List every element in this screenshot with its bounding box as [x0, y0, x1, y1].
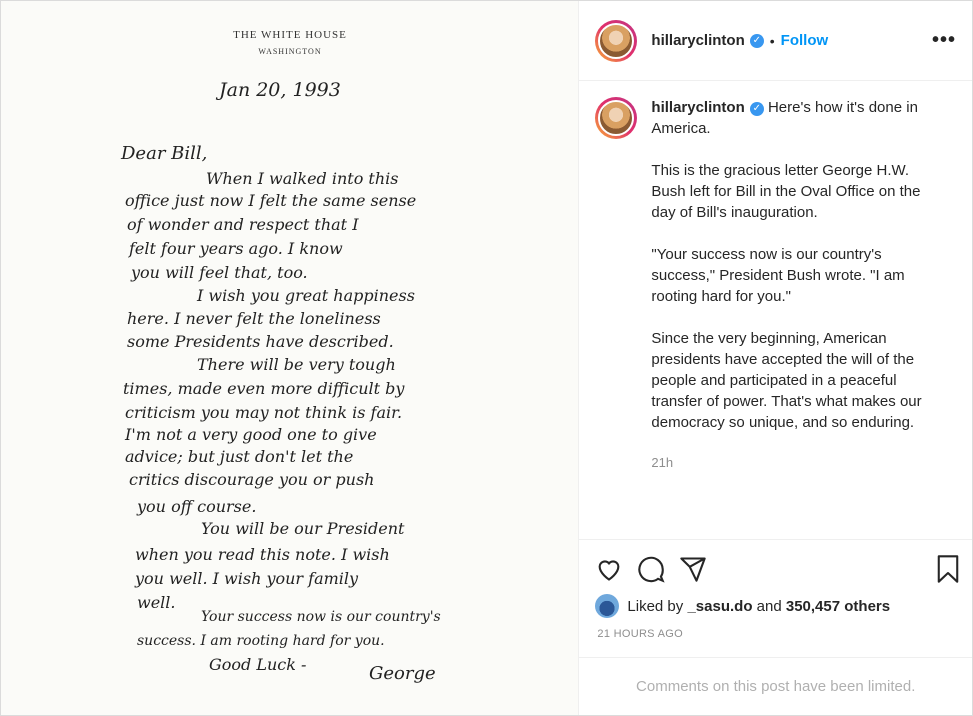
comments-limited-notice: Comments on this post have been limited. [579, 657, 972, 716]
letter-line: There will be very tough [197, 355, 396, 374]
caption-paragraph: "Your success now is our country's succe… [651, 246, 905, 305]
more-options-button[interactable]: ••• [932, 29, 956, 52]
letter-line: Dear Bill, [121, 143, 208, 164]
letter-signature: George [369, 663, 436, 684]
letter-line: criticism you may not think is fair. [125, 403, 403, 422]
instagram-post: THE WHITE HOUSE WASHINGTON Jan 20, 1993 … [0, 0, 973, 716]
letter-line: of wonder and respect that I [127, 215, 359, 234]
letter-line: well. [137, 593, 176, 612]
letter-line: critics discourage you or push [129, 470, 375, 489]
post-sidebar: hillaryclinton ✓ • Follow ••• hillarycli… [579, 1, 972, 715]
comment-icon[interactable] [637, 555, 666, 583]
caption-username[interactable]: hillaryclinton [651, 99, 744, 116]
letter-line: Your success now is our country's [201, 609, 441, 625]
liked-by-prefix: Liked by [627, 597, 684, 615]
letter-line: you well. I wish your family [135, 569, 359, 588]
follow-button[interactable]: Follow [781, 32, 829, 49]
avatar-image [598, 100, 635, 136]
action-bar: Liked by _sasu.do and 350,457 others 21 … [579, 539, 972, 716]
letter-line: times, made even more difficult by [123, 379, 405, 398]
liked-by-user[interactable]: _sasu.do [687, 598, 752, 615]
liker-avatar[interactable] [595, 594, 620, 618]
likes-count[interactable]: 350,457 others [786, 598, 890, 615]
letter-line: office just now I felt the same sense [125, 191, 417, 210]
avatar[interactable] [595, 19, 638, 62]
handwritten-letter: THE WHITE HOUSE WASHINGTON Jan 20, 1993 … [1, 1, 578, 715]
caption-time[interactable]: 21h [651, 452, 931, 473]
letter-line: Good Luck - [209, 655, 307, 674]
caption-paragraph: Since the very beginning, American presi… [651, 330, 922, 431]
share-icon[interactable] [679, 555, 707, 583]
letter-line: When I walked into this [206, 169, 399, 188]
separator: • [769, 32, 775, 49]
letter-line: felt four years ago. I know [129, 239, 343, 258]
post-image[interactable]: THE WHITE HOUSE WASHINGTON Jan 20, 1993 … [1, 1, 580, 715]
caption: hillaryclinton ✓ Here's how it's done in … [595, 97, 956, 531]
caption-paragraph: This is the gracious letter George H.W. … [651, 162, 921, 221]
letter-line: advice; but just don't let the [125, 447, 354, 466]
letter-line: when you read this note. I wish [135, 545, 390, 564]
letter-line: some Presidents have described. [127, 332, 394, 351]
letter-line: here. I never felt the loneliness [127, 309, 381, 328]
post-timestamp[interactable]: 21 HOURS AGO [579, 618, 972, 640]
verified-badge-icon: ✓ [749, 102, 764, 116]
letter-line: I'm not a very good one to give [125, 425, 377, 444]
letter-line: You will be our President [201, 519, 405, 538]
letter-line: success. I am rooting hard for you. [137, 633, 385, 649]
letter-line: you will feel that, too. [131, 263, 308, 282]
post-header: hillaryclinton ✓ • Follow ••• [579, 1, 972, 81]
verified-badge-icon: ✓ [749, 33, 764, 48]
heart-icon[interactable] [595, 555, 623, 583]
avatar-image [598, 22, 635, 59]
liked-by-and: and [756, 597, 782, 615]
likes-summary: Liked by _sasu.do and 350,457 others [579, 584, 972, 618]
header-username[interactable]: hillaryclinton [651, 32, 744, 49]
letter-line: I wish you great happiness [197, 286, 415, 305]
letter-date: Jan 20, 1993 [219, 79, 341, 101]
avatar[interactable] [595, 97, 638, 139]
letterhead-title: THE WHITE HOUSE [233, 29, 347, 41]
letter-line: you off course. [137, 497, 257, 516]
caption-text: hillaryclinton ✓ Here's how it's done in … [651, 97, 931, 473]
letterhead-subtitle: WASHINGTON [258, 47, 322, 56]
bookmark-icon[interactable] [934, 554, 962, 584]
